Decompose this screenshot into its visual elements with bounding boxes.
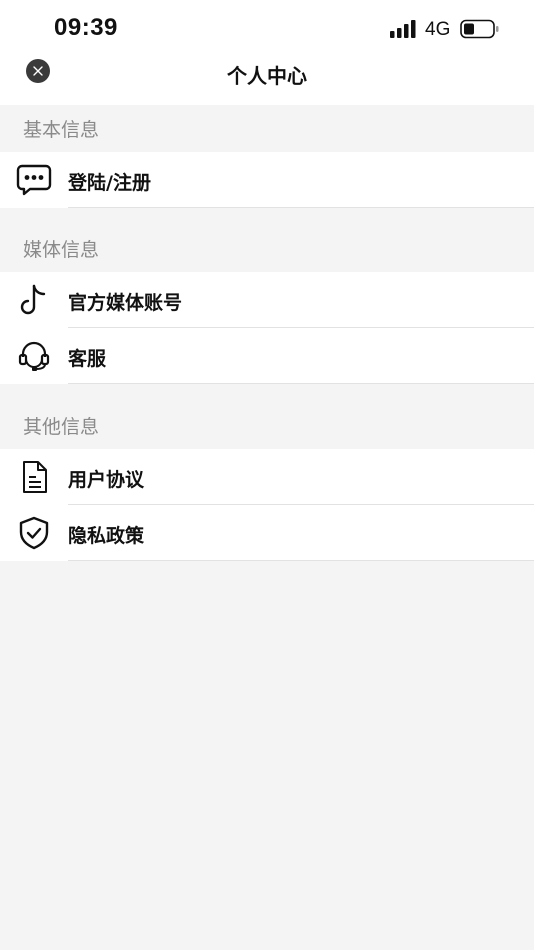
shield-icon (16, 515, 52, 551)
menu-item-customer-service[interactable]: 客服 (0, 328, 534, 384)
menu-item-label: 登陆/注册 (68, 172, 151, 194)
section-header-basic: 基本信息 (0, 105, 534, 152)
section-title: 其他信息 (23, 416, 100, 438)
signal-icon (390, 20, 418, 42)
divider (68, 207, 534, 208)
divider (68, 383, 534, 384)
divider (68, 560, 534, 561)
battery-icon (460, 19, 500, 43)
menu-item-label: 用户协议 (68, 469, 145, 491)
menu-item-login[interactable]: 登陆/注册 (0, 152, 534, 208)
menu-item-label: 客服 (68, 348, 107, 370)
menu-item-official-media[interactable]: 官方媒体账号 (0, 272, 534, 328)
status-time: 09:39 (54, 14, 118, 41)
document-icon (16, 459, 52, 495)
screen: 09:39 4G 个人中心 基本信息 登陆/注册 媒体信息 官方媒体账号 客服 … (0, 0, 534, 950)
network-type: 4G (425, 19, 451, 40)
status-bar: 09:39 4G (0, 0, 534, 58)
section-title: 媒体信息 (23, 239, 100, 261)
message-icon (16, 162, 52, 198)
menu-item-label: 隐私政策 (68, 525, 145, 547)
page-title: 个人中心 (227, 64, 307, 88)
menu-item-privacy-policy[interactable]: 隐私政策 (0, 505, 534, 561)
section-header-media: 媒体信息 (0, 225, 534, 272)
section-title: 基本信息 (23, 119, 100, 141)
tiktok-icon (16, 282, 52, 318)
section-header-other: 其他信息 (0, 402, 534, 449)
menu-item-user-agreement[interactable]: 用户协议 (0, 449, 534, 505)
menu-item-label: 官方媒体账号 (68, 292, 183, 314)
nav-bar: 个人中心 (0, 58, 534, 105)
headset-icon (16, 338, 52, 374)
